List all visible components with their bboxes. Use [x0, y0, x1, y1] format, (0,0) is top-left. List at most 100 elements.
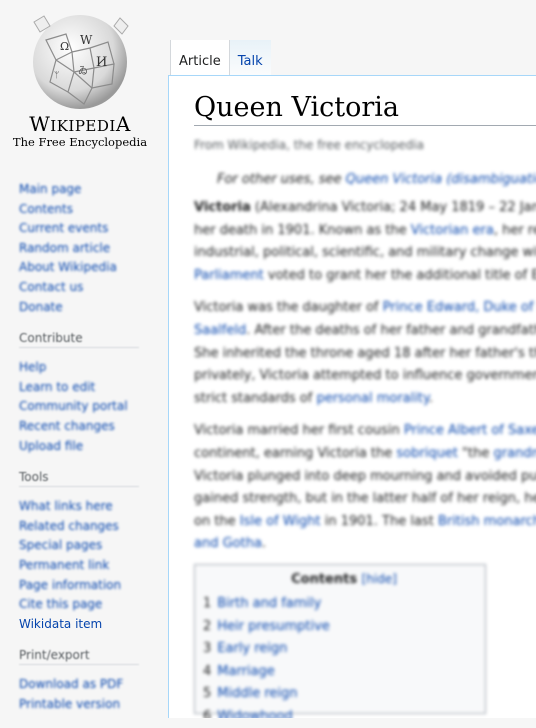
- sidebar-link-upload-file[interactable]: Upload file: [19, 439, 83, 453]
- toc-hide-toggle[interactable]: [hide]: [362, 572, 397, 586]
- toc-item[interactable]: 3 Early reign: [203, 638, 485, 661]
- article-content: Queen Victoria From Wikipedia, the free …: [168, 75, 536, 718]
- paragraph-text: Victoria married her first cousin: [194, 423, 404, 439]
- print-export-heading: Print/export: [19, 648, 139, 666]
- sidebar-navigation: Main page Contents Current events Random ar…: [0, 180, 160, 317]
- toc-item[interactable]: 6 Widowhood: [203, 706, 485, 718]
- tools-list: What links here Related changes Special pa…: [19, 497, 160, 634]
- sidebar-item: What links here: [19, 497, 160, 517]
- article-link[interactable]: Saalfeld: [194, 323, 246, 338]
- article-link[interactable]: sobriquet: [396, 446, 458, 461]
- article-link[interactable]: Parliament: [194, 268, 264, 283]
- sidebar-item: Page information: [19, 576, 160, 596]
- sidebar-item: Printable version: [19, 695, 160, 715]
- hatnote-link[interactable]: Queen Victoria (disambiguation): [346, 172, 536, 187]
- sidebar-item: Random article: [19, 239, 160, 259]
- tab-talk[interactable]: Talk: [228, 40, 271, 76]
- tagline: The Free Encyclopedia: [12, 135, 148, 149]
- toc-link[interactable]: Marriage: [217, 664, 274, 679]
- article-link[interactable]: British monarch of the House of Hanover: [438, 514, 536, 529]
- toc-item[interactable]: 1 Birth and family: [203, 593, 485, 616]
- sidebar-link-about-wikipedia[interactable]: About Wikipedia: [19, 260, 117, 274]
- sidebar-link-what-links-here[interactable]: What links here: [19, 499, 113, 513]
- sidebar-item: Related changes: [19, 517, 160, 537]
- contribute-list: Help Learn to edit Community portal Recent …: [19, 358, 160, 456]
- paragraph-text: continent, earning Victoria the: [194, 445, 397, 461]
- article-link[interactable]: Victorian era: [411, 223, 494, 238]
- sidebar-link-special-pages[interactable]: Special pages: [19, 538, 102, 552]
- paragraph-text: privately, Victoria attempted to influen…: [194, 368, 536, 384]
- sidebar-item: Learn to edit: [19, 378, 160, 398]
- sidebar-link-donate[interactable]: Donate: [19, 300, 63, 314]
- sidebar-link-contact-us[interactable]: Contact us: [19, 280, 83, 294]
- contribute-heading: Contribute: [19, 331, 139, 349]
- sidebar-link-recent-changes[interactable]: Recent changes: [19, 419, 115, 433]
- sidebar-link-printable-version[interactable]: Printable version: [19, 697, 120, 711]
- sidebar-link-help[interactable]: Help: [19, 360, 46, 374]
- article-link[interactable]: and Gotha: [194, 536, 262, 551]
- sidebar-link-page-information[interactable]: Page information: [19, 578, 121, 592]
- sidebar-item: Donate: [19, 298, 160, 318]
- article-link[interactable]: Isle of Wight: [240, 514, 321, 529]
- sidebar-item: Contents: [19, 200, 160, 220]
- sidebar-item: Help: [19, 358, 160, 378]
- sidebar-link-cite-this-page[interactable]: Cite this page: [19, 597, 102, 611]
- toc-link[interactable]: Middle reign: [217, 686, 297, 701]
- toc-link[interactable]: Early reign: [217, 641, 287, 656]
- sidebar-item: Recent changes: [19, 417, 160, 437]
- toc-number: 5: [203, 686, 212, 702]
- sidebar-item: Special pages: [19, 536, 160, 556]
- sidebar-link-random-article[interactable]: Random article: [19, 241, 110, 255]
- toc-item[interactable]: 4 Marriage: [203, 661, 485, 684]
- article-paragraph: Victoria (Alexandrina Victoria; 24 May 1…: [194, 197, 536, 287]
- tab-article[interactable]: Article: [170, 40, 229, 76]
- toc-item[interactable]: 2 Heir presumptive: [203, 616, 485, 639]
- sidebar-item: Main page: [19, 180, 160, 200]
- toc-number: 1: [203, 595, 212, 611]
- paragraph-text: in 1901. The last: [320, 513, 438, 529]
- sidebar-link-main-page[interactable]: Main page: [19, 182, 81, 196]
- svg-text:ゐ: ゐ: [78, 65, 88, 77]
- toc-link[interactable]: Birth and family: [217, 596, 321, 611]
- paragraph-text: She inherited the throne aged 18 after h…: [194, 345, 536, 361]
- sidebar-link-related-changes[interactable]: Related changes: [19, 519, 119, 533]
- article-link[interactable]: Prince Edward, Duke of Kent and Strathea…: [383, 300, 536, 315]
- navigation-list: Main page Contents Current events Random ar…: [19, 180, 160, 317]
- sidebar-link-current-events[interactable]: Current events: [19, 221, 108, 235]
- article-link[interactable]: Prince Albert of Saxe-Coburg and Gotha: [404, 423, 536, 438]
- page-title: Queen Victoria: [194, 92, 536, 126]
- sidebar-print: Print/export Download as PDF Printable ve…: [0, 648, 160, 714]
- article-link[interactable]: personal morality: [316, 391, 428, 406]
- toc-number: 2: [203, 618, 212, 634]
- sidebar-item: Upload file: [19, 437, 160, 457]
- wikipedia-logo[interactable]: Ω W И ゐ ᛘ WIKIPEDIA The Free Encyclopedi…: [0, 0, 160, 160]
- paragraph-text: Victoria was the daughter of: [194, 300, 383, 316]
- page-tabs: Article Talk: [170, 40, 271, 76]
- sidebar-link-permanent-link[interactable]: Permanent link: [19, 558, 109, 572]
- paragraph-text: "the: [457, 445, 494, 461]
- sidebar-item: Cite this page: [19, 595, 160, 615]
- sidebar-link-learn-to-edit[interactable]: Learn to edit: [19, 380, 95, 394]
- sidebar-item: About Wikipedia: [19, 258, 160, 278]
- svg-text:W: W: [80, 33, 93, 47]
- wikipedia-globe-icon: Ω W И ゐ ᛘ: [33, 15, 129, 109]
- sidebar-link-community-portal[interactable]: Community portal: [19, 399, 128, 413]
- sidebar-link-download-as-pdf[interactable]: Download as PDF: [19, 677, 123, 691]
- print-export-list: Download as PDF Printable version: [19, 675, 160, 714]
- article-link[interactable]: grandmother of Europe: [494, 446, 536, 461]
- sidebar-tools: Tools What links here Related changes Spec…: [0, 470, 160, 634]
- toc-title-row: Contents [hide]: [203, 572, 485, 587]
- sidebar-link-wikidata-item[interactable]: Wikidata item: [19, 617, 102, 631]
- sidebar-item: Permanent link: [19, 556, 160, 576]
- hatnote-prefix: For other uses, see: [217, 172, 346, 187]
- toc-title: Contents: [291, 571, 358, 587]
- sidebar-link-contents[interactable]: Contents: [19, 202, 73, 216]
- sidebar-item: Wikidata item: [19, 615, 160, 635]
- toc-link[interactable]: Heir presumptive: [217, 619, 330, 634]
- wordmark: WIKIPEDIA: [29, 112, 131, 136]
- paragraph-text: gained strength, but in the latter half …: [194, 491, 536, 507]
- table-of-contents: Contents [hide] 1 Birth and family 2 Heir p…: [194, 563, 486, 718]
- toc-item[interactable]: 5 Middle reign: [203, 683, 485, 706]
- site-subtitle: From Wikipedia, the free encyclopedia: [194, 138, 424, 152]
- tools-heading: Tools: [19, 470, 139, 488]
